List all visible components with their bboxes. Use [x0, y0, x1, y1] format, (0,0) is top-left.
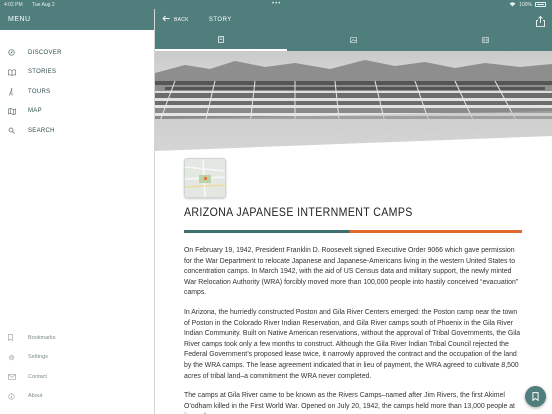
mail-icon: [8, 373, 20, 380]
sidebar-item-label: Bookmarks: [28, 334, 56, 341]
page-title: STORY: [208, 16, 232, 23]
article-paragraph: On February 19, 1942, President Franklin…: [184, 247, 519, 297]
battery-percent: 100%: [519, 1, 532, 8]
content-tabs: [155, 30, 552, 51]
bookmark-button[interactable]: [525, 386, 546, 407]
search-icon: [8, 127, 20, 135]
sidebar-item-label: Contact: [28, 373, 47, 380]
tab-text[interactable]: [155, 30, 288, 51]
sidebar-item-search[interactable]: SEARCH: [0, 121, 154, 141]
sidebar-item-label: MAP: [28, 108, 42, 115]
sidebar-item-bookmarks[interactable]: Bookmarks: [0, 328, 155, 348]
compass-icon: [8, 49, 20, 56]
document-icon: [218, 36, 225, 45]
main-header: BACK STORY: [155, 9, 552, 30]
article: ARIZONA JAPANESE INTERNMENT CAMPS On Feb…: [184, 200, 522, 414]
sidebar-title: MENU: [0, 9, 154, 30]
sidebar-footer: Bookmarks Settings Contact About: [0, 328, 155, 406]
sidebar-item-tours[interactable]: TOURS: [0, 82, 154, 102]
share-icon[interactable]: [536, 14, 545, 27]
sidebar-item-label: STORIES: [28, 69, 57, 76]
back-label: BACK: [174, 16, 189, 23]
sidebar-item-label: DISCOVER: [28, 49, 62, 56]
map-icon: [8, 107, 20, 115]
article-title: ARIZONA JAPANESE INTERNMENT CAMPS: [184, 207, 413, 219]
status-date: Tue Aug 2: [32, 1, 55, 8]
sidebar-item-label: Settings: [28, 354, 48, 361]
info-icon: [8, 393, 20, 400]
battery-icon: [535, 2, 546, 7]
multitasking-dots-icon[interactable]: •••: [272, 1, 281, 7]
gear-icon: [8, 354, 20, 361]
film-icon: [482, 36, 490, 45]
article-paragraph: In Arizona, the hurriedly constructed Po…: [184, 308, 521, 380]
article-paragraph: The camps at Gila River came to be known…: [184, 392, 515, 414]
sidebar-item-discover[interactable]: DISCOVER: [0, 43, 154, 63]
back-button[interactable]: BACK: [162, 15, 189, 24]
status-right: 100%: [509, 2, 546, 8]
sidebar: MENU DISCOVER STORIES TOURS MAP SEARCH B…: [0, 9, 155, 414]
status-bar: 4:02 PM Tue Aug 2 ••• 100%: [0, 0, 552, 9]
sidebar-item-label: TOURS: [28, 88, 51, 95]
sidebar-item-label: About: [28, 393, 43, 400]
title-divider: [184, 230, 522, 233]
status-time: 4:02 PM: [4, 1, 23, 8]
tab-images[interactable]: [287, 30, 419, 51]
sidebar-item-label: SEARCH: [28, 127, 55, 134]
location-map-thumbnail[interactable]: [184, 158, 226, 198]
sidebar-item-contact[interactable]: Contact: [0, 367, 155, 387]
image-icon: [350, 36, 357, 45]
book-icon: [8, 69, 20, 76]
bookmark-icon: [8, 334, 20, 342]
sidebar-item-map[interactable]: MAP: [0, 102, 154, 122]
wifi-icon: [509, 2, 516, 7]
sidebar-item-settings[interactable]: Settings: [0, 348, 155, 368]
arrow-left-icon: [162, 15, 170, 24]
sidebar-item-stories[interactable]: STORIES: [0, 63, 154, 83]
bookmark-icon: [532, 388, 539, 406]
map-thumbnail-image: [185, 159, 225, 197]
sidebar-nav: DISCOVER STORIES TOURS MAP SEARCH: [0, 43, 154, 141]
tab-video[interactable]: [420, 30, 552, 51]
sidebar-item-about[interactable]: About: [0, 387, 155, 407]
walker-icon: [8, 87, 20, 96]
